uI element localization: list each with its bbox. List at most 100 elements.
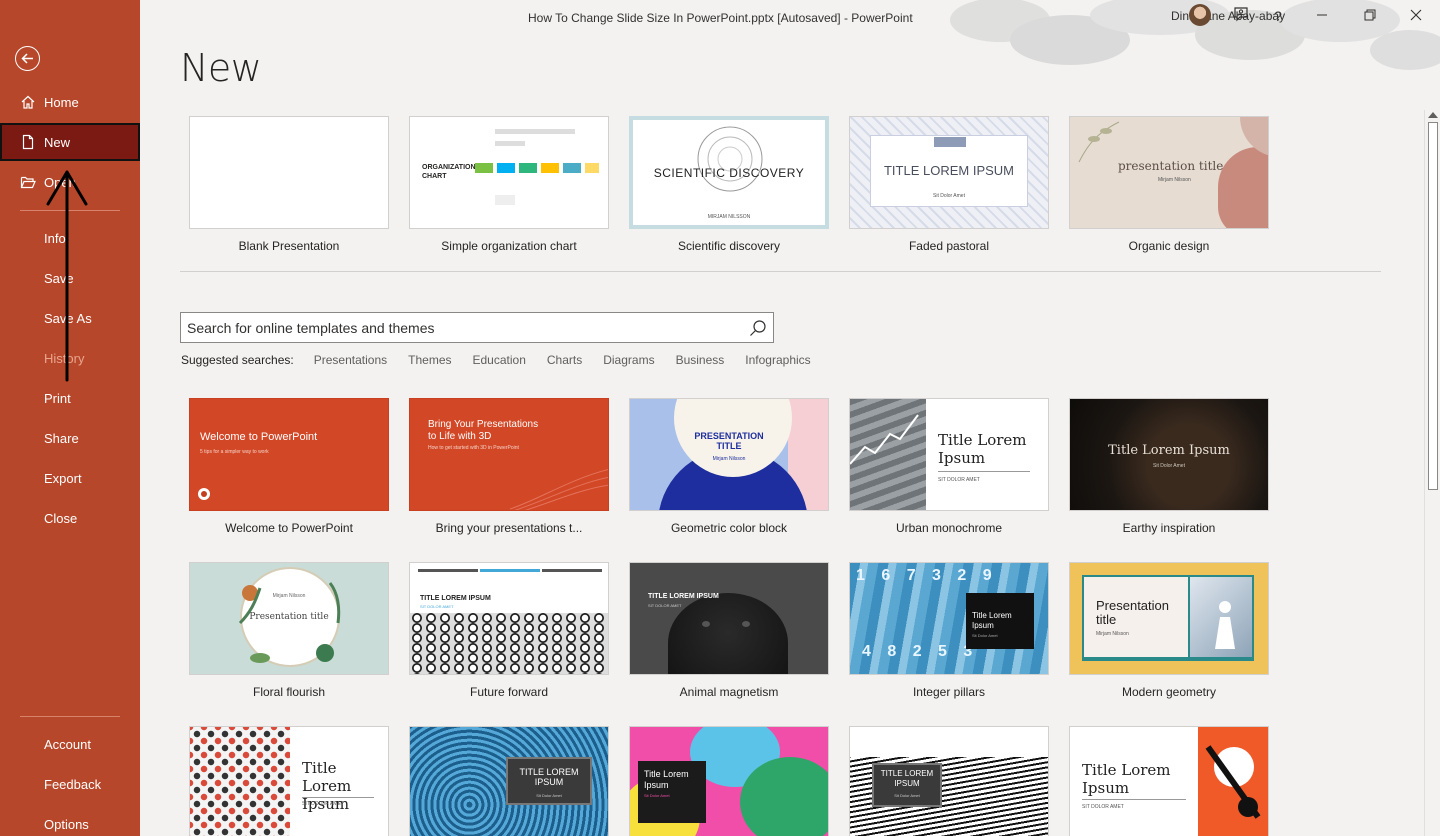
template-thumbnail: TITLE LOREM IPSUM SIT DOLOR AMET: [409, 562, 609, 675]
template-label: Future forward: [469, 685, 549, 699]
restore-icon[interactable]: [1360, 6, 1380, 26]
template-thumbnail: TITLE LOREM IPSUM Sit Dolor Amet: [849, 726, 1049, 836]
nav-new-label: New: [44, 135, 71, 150]
section-divider: [180, 271, 1381, 272]
template-scientific-discovery[interactable]: SCIENTIFIC DISCOVERY MIRJAM NILSSON Scie…: [629, 116, 829, 253]
suggested-searches-label: Suggested searches:: [181, 353, 294, 367]
nav-print[interactable]: Print: [0, 379, 140, 417]
nav-close[interactable]: Close: [0, 499, 140, 537]
template-simple-organization-chart[interactable]: ORGANIZATION CHART Simple organization c…: [409, 116, 609, 253]
template-thumbnail: ORGANIZATION CHART: [409, 116, 609, 229]
vertical-scrollbar[interactable]: [1424, 110, 1440, 836]
template-thumbnail: Title Lorem Ipsum SIT DOLOR AMET: [1069, 726, 1269, 836]
nav-close-label: Close: [44, 511, 78, 526]
template-faded-pastoral[interactable]: TITLE LOREM IPSUM Sit Dolor Amet Faded p…: [849, 116, 1049, 253]
powerpoint-logo-icon: [198, 488, 210, 500]
template-label: Bring your presentations t...: [435, 521, 583, 535]
new-document-icon: [22, 134, 34, 150]
template-mid-century[interactable]: Title Lorem Ipsum SIT DOLOR AMET: [1069, 726, 1269, 836]
template-label: Animal magnetism: [679, 685, 779, 699]
template-floral-flourish[interactable]: Presentation title Mirjam Nilsson Floral…: [189, 562, 389, 699]
close-icon[interactable]: [1406, 6, 1426, 26]
nav-export-label: Export: [44, 471, 82, 486]
template-search-box[interactable]: [180, 312, 774, 343]
template-thumbnail: [189, 116, 389, 229]
nav-share[interactable]: Share: [0, 419, 140, 457]
nav-account[interactable]: Account: [0, 725, 140, 763]
template-thumbnail: Welcome to PowerPoint 5 tips for a simpl…: [189, 398, 389, 511]
template-thumbnail: Title Lorem Ipsum Sit Dolor Amet: [1069, 398, 1269, 511]
template-thumbnail: TITLE LOREM IPSUM SIT DOLOR AMET: [629, 562, 829, 675]
template-label: Simple organization chart: [441, 239, 577, 253]
nav-options-label: Options: [44, 817, 89, 832]
nav-account-label: Account: [44, 737, 91, 752]
nav-home-label: Home: [44, 95, 79, 110]
template-thumbnail: Presentation title Mirjam Nilsson: [1069, 562, 1269, 675]
template-integer-pillars[interactable]: 1 6 7 3 2 9 4 8 2 5 3 Title Lorem Ipsum …: [849, 562, 1049, 699]
nav-print-label: Print: [44, 391, 71, 406]
nav-feedback-label: Feedback: [44, 777, 102, 792]
help-icon[interactable]: ?: [1268, 6, 1288, 26]
template-thumbnail: SCIENTIFIC DISCOVERY MIRJAM NILSSON: [629, 116, 829, 229]
nav-feedback[interactable]: Feedback: [0, 765, 140, 803]
template-label: Scientific discovery: [677, 239, 781, 253]
avatar[interactable]: [1189, 4, 1211, 26]
search-icon[interactable]: [748, 318, 768, 338]
template-thumbnail: presentation title Mirjam Nilsson: [1069, 116, 1269, 229]
template-modern-geometry[interactable]: Presentation title Mirjam Nilsson Modern…: [1069, 562, 1269, 699]
template-label: Urban monochrome: [895, 521, 1003, 535]
template-thumbnail: TITLE LOREM IPSUM Sit Dolor Amet: [849, 116, 1049, 229]
template-label: Welcome to PowerPoint: [225, 521, 353, 535]
suggestion-themes[interactable]: Themes: [408, 353, 451, 367]
template-welcome-to-powerpoint[interactable]: Welcome to PowerPoint 5 tips for a simpl…: [189, 398, 389, 535]
nav-share-label: Share: [44, 431, 79, 446]
home-icon: [21, 95, 35, 109]
scroll-up-arrow-icon[interactable]: [1428, 112, 1438, 118]
nav-home[interactable]: Home: [0, 83, 140, 121]
template-label: Organic design: [1128, 239, 1210, 253]
coauthor-icon[interactable]: [1231, 6, 1251, 26]
template-thumbnail: PRESENTATION TITLE Mirjam Nilsson: [629, 398, 829, 511]
suggestion-charts[interactable]: Charts: [547, 353, 582, 367]
template-earthy-inspiration[interactable]: Title Lorem Ipsum Sit Dolor Amet Earthy …: [1069, 398, 1269, 535]
template-thumbnail: TITLE LOREM IPSUM Sit Dolor Amet: [409, 726, 609, 836]
template-label: Blank Presentation: [238, 239, 340, 253]
back-arrow-icon[interactable]: [15, 46, 40, 71]
template-label: Geometric color block: [670, 521, 788, 535]
suggestion-infographics[interactable]: Infographics: [745, 353, 810, 367]
template-label: Modern geometry: [1121, 685, 1217, 699]
template-future-forward[interactable]: TITLE LOREM IPSUM SIT DOLOR AMET Future …: [409, 562, 609, 699]
template-thumbnail: Title Lorem Ipsum SIT DOLOR AMET: [849, 398, 1049, 511]
template-label: Floral flourish: [252, 685, 326, 699]
template-blank-presentation[interactable]: Blank Presentation: [189, 116, 389, 253]
annotation-arrow-icon: [46, 170, 88, 382]
template-bring-presentations-3d[interactable]: Bring Your Presentations to Life with 3D…: [409, 398, 609, 535]
minimize-icon[interactable]: [1312, 6, 1332, 26]
template-dots[interactable]: Title Lorem Ipsum SIT DOLOR AMET: [189, 726, 389, 836]
search-input[interactable]: [187, 319, 742, 337]
suggestion-diagrams[interactable]: Diagrams: [603, 353, 654, 367]
nav-new[interactable]: New: [0, 123, 140, 161]
template-thumbnail: Title Lorem Ipsum SIT DOLOR AMET: [189, 726, 389, 836]
nav-export[interactable]: Export: [0, 459, 140, 497]
scroll-thumb[interactable]: [1428, 122, 1438, 490]
template-label: Earthy inspiration: [1122, 521, 1216, 535]
suggested-searches: Suggested searches: Presentations Themes…: [181, 353, 832, 367]
nav-divider: [20, 716, 120, 717]
nav-options[interactable]: Options: [0, 805, 140, 836]
template-colorful-blobs[interactable]: Title Lorem Ipsum Sit Dolor Amet: [629, 726, 829, 836]
template-label: Faded pastoral: [908, 239, 990, 253]
backstage-sidebar: Home New Open Info Save Save As History …: [0, 0, 140, 836]
template-organic-design[interactable]: presentation title Mirjam Nilsson Organi…: [1069, 116, 1269, 253]
template-geometric-color-block[interactable]: PRESENTATION TITLE Mirjam Nilsson Geomet…: [629, 398, 829, 535]
template-animal-magnetism[interactable]: TITLE LOREM IPSUM SIT DOLOR AMET Animal …: [629, 562, 829, 699]
suggestion-education[interactable]: Education: [473, 353, 526, 367]
suggestion-business[interactable]: Business: [676, 353, 725, 367]
template-bw-lines[interactable]: TITLE LOREM IPSUM Sit Dolor Amet: [849, 726, 1049, 836]
template-blue-waves[interactable]: TITLE LOREM IPSUM Sit Dolor Amet: [409, 726, 609, 836]
title-bar: How To Change Slide Size In PowerPoint.p…: [140, 0, 1440, 70]
template-thumbnail: Presentation title Mirjam Nilsson: [189, 562, 389, 675]
suggestion-presentations[interactable]: Presentations: [314, 353, 387, 367]
template-thumbnail: Title Lorem Ipsum Sit Dolor Amet: [629, 726, 829, 836]
template-urban-monochrome[interactable]: Title Lorem Ipsum SIT DOLOR AMET Urban m…: [849, 398, 1049, 535]
